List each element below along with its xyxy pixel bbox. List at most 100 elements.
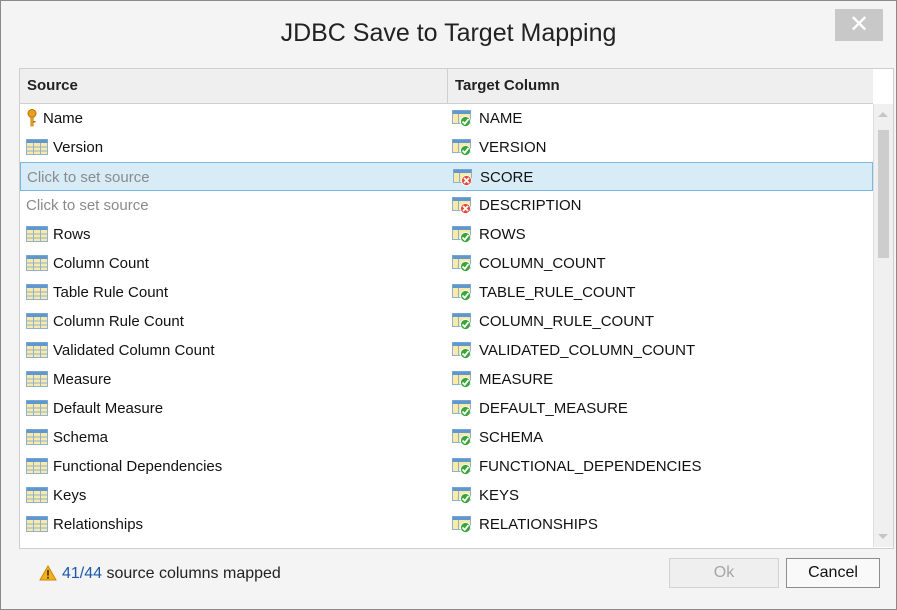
scroll-up-icon[interactable]	[878, 112, 888, 117]
source-cell[interactable]: Table Rule Count	[26, 278, 446, 307]
target-cell[interactable]: MEASURE	[452, 365, 872, 394]
close-button[interactable]: ✕	[835, 9, 883, 41]
source-name: Default Measure	[53, 400, 164, 417]
source-name: Functional Dependencies	[53, 458, 223, 475]
column-mapped-icon	[452, 226, 471, 243]
source-name: Schema	[53, 429, 109, 446]
table-icon	[26, 458, 48, 475]
target-column-name: COLUMN_RULE_COUNT	[479, 313, 655, 330]
source-cell[interactable]: Click to set source	[26, 191, 446, 220]
target-column-name: SCHEMA	[479, 429, 544, 446]
target-cell[interactable]: VALIDATED_COLUMN_COUNT	[452, 336, 872, 365]
target-cell[interactable]: NAME	[452, 104, 872, 133]
table-row[interactable]: Name NAME	[20, 104, 873, 133]
column-mapped-icon	[452, 255, 471, 272]
dialog-title: JDBC Save to Target Mapping	[280, 19, 617, 47]
cancel-button[interactable]: Cancel	[786, 558, 880, 588]
table-row[interactable]: Schema SCHEMA	[20, 423, 873, 452]
set-source-placeholder: Click to set source	[27, 169, 150, 186]
column-mapped-icon	[452, 313, 471, 330]
table-row[interactable]: Measure MEASURE	[20, 365, 873, 394]
source-name: Relationships	[53, 516, 144, 533]
table-icon	[26, 313, 48, 330]
source-cell[interactable]: Column Count	[26, 249, 446, 278]
table-row[interactable]: Rows ROWS	[20, 220, 873, 249]
column-header-target[interactable]: Target Column	[448, 69, 873, 103]
source-name: Measure	[53, 371, 112, 388]
set-source-placeholder: Click to set source	[26, 197, 149, 214]
vertical-scrollbar[interactable]	[873, 104, 893, 547]
source-cell[interactable]: Schema	[26, 423, 446, 452]
target-cell[interactable]: COLUMN_RULE_COUNT	[452, 307, 872, 336]
source-cell[interactable]: Functional Dependencies	[26, 452, 446, 481]
source-cell[interactable]: Column Rule Count	[26, 307, 446, 336]
table-icon	[26, 139, 48, 156]
target-column-name: COLUMN_COUNT	[479, 255, 606, 272]
close-icon: ✕	[848, 11, 870, 38]
table-icon	[26, 516, 48, 533]
table-row[interactable]: Click to set source SCORE	[20, 162, 873, 191]
source-cell[interactable]: Name	[26, 104, 446, 133]
table-row[interactable]: Keys KEYS	[20, 481, 873, 510]
target-cell[interactable]: VERSION	[452, 133, 872, 162]
source-cell[interactable]: Default Measure	[26, 394, 446, 423]
column-mapped-icon	[452, 342, 471, 359]
column-header-source[interactable]: Source	[20, 69, 448, 103]
target-column-name: FUNCTIONAL_DEPENDENCIES	[479, 458, 702, 475]
target-column-name: VALIDATED_COLUMN_COUNT	[479, 342, 696, 359]
source-name: Rows	[53, 226, 91, 243]
source-cell[interactable]: Validated Column Count	[26, 336, 446, 365]
target-cell[interactable]: FUNCTIONAL_DEPENDENCIES	[452, 452, 872, 481]
target-column-name: DEFAULT_MEASURE	[479, 400, 628, 417]
target-cell[interactable]: DESCRIPTION	[452, 191, 872, 220]
warning-icon	[39, 564, 57, 581]
scroll-thumb[interactable]	[878, 130, 889, 258]
source-name: Column Count	[53, 255, 149, 272]
source-cell[interactable]: Keys	[26, 481, 446, 510]
target-column-name: ROWS	[479, 226, 526, 243]
table-row[interactable]: Column Rule Count COLUMN_RULE_COUNT	[20, 307, 873, 336]
table-icon	[26, 400, 48, 417]
scroll-down-icon[interactable]	[878, 534, 888, 539]
target-cell[interactable]: COLUMN_COUNT	[452, 249, 872, 278]
table-body: Name NAME Version VERSION Click to set sourc…	[20, 104, 873, 539]
table-row[interactable]: Default Measure DEFAULT_MEASURE	[20, 394, 873, 423]
target-cell[interactable]: DEFAULT_MEASURE	[452, 394, 872, 423]
source-name: Table Rule Count	[53, 284, 169, 301]
table-row[interactable]: Validated Column Count VALIDATED_COLUMN_C…	[20, 336, 873, 365]
target-column-name: DESCRIPTION	[479, 197, 582, 214]
table-icon	[26, 255, 48, 272]
source-cell[interactable]: Measure	[26, 365, 446, 394]
table-row[interactable]: Column Count COLUMN_COUNT	[20, 249, 873, 278]
column-mapped-icon	[452, 458, 471, 475]
target-cell[interactable]: ROWS	[452, 220, 872, 249]
column-mapped-icon	[452, 284, 471, 301]
table-row[interactable]: Relationships RELATIONSHIPS	[20, 510, 873, 539]
column-unmapped-icon	[453, 169, 472, 186]
ok-button[interactable]: Ok	[669, 558, 779, 588]
target-column-name: RELATIONSHIPS	[479, 516, 598, 533]
table-row[interactable]: Click to set source DESCRIPTION	[20, 191, 873, 220]
source-cell[interactable]: Click to set source	[27, 163, 447, 192]
column-unmapped-icon	[452, 197, 471, 214]
table-row[interactable]: Version VERSION	[20, 133, 873, 162]
source-cell[interactable]: Version	[26, 133, 446, 162]
source-name: Column Rule Count	[53, 313, 184, 330]
table-icon	[26, 487, 48, 504]
table-row[interactable]: Functional Dependencies FUNCTIONAL_DEPEND…	[20, 452, 873, 481]
column-mapped-icon	[452, 139, 471, 156]
table-icon	[26, 342, 48, 359]
target-cell[interactable]: RELATIONSHIPS	[452, 510, 872, 539]
target-cell[interactable]: TABLE_RULE_COUNT	[452, 278, 872, 307]
target-cell[interactable]: KEYS	[452, 481, 872, 510]
target-cell[interactable]: SCORE	[453, 163, 873, 192]
column-mapped-icon	[452, 371, 471, 388]
source-cell[interactable]: Rows	[26, 220, 446, 249]
target-column-name: TABLE_RULE_COUNT	[479, 284, 636, 301]
column-mapped-icon	[452, 110, 471, 127]
source-cell[interactable]: Relationships	[26, 510, 446, 539]
column-mapped-icon	[452, 400, 471, 417]
table-row[interactable]: Table Rule Count TABLE_RULE_COUNT	[20, 278, 873, 307]
target-cell[interactable]: SCHEMA	[452, 423, 872, 452]
source-name: Version	[53, 139, 104, 156]
